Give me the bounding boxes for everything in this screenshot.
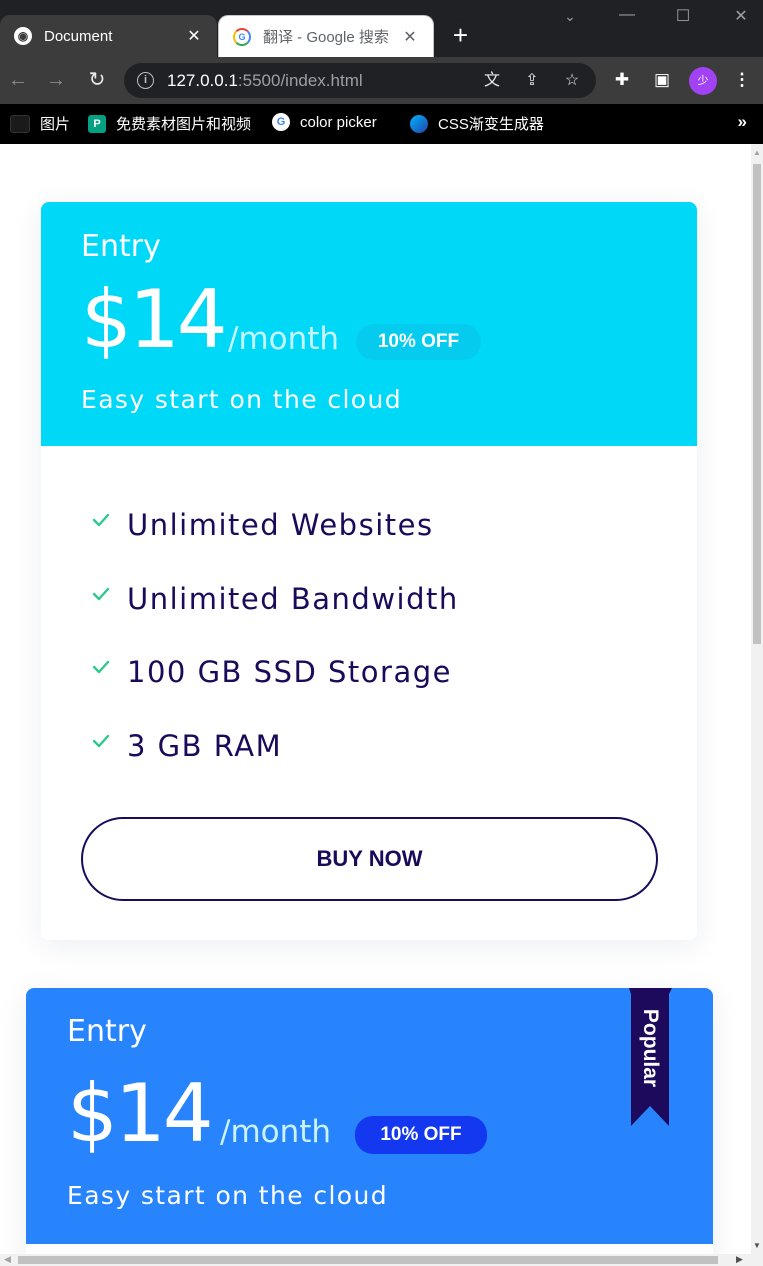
google-icon: G: [272, 113, 290, 131]
checkmark-icon: [91, 512, 111, 528]
bookmark-color-picker[interactable]: G color picker: [272, 113, 377, 131]
pricing-card: Entry $14 /month 10% OFF Easy start on t…: [41, 202, 697, 940]
tab-search-icon[interactable]: ⌄: [558, 8, 582, 25]
url-text[interactable]: 127.0.0.1:5500/index.html: [167, 71, 363, 91]
discount-badge: 10% OFF: [355, 1116, 487, 1154]
url-host: 127.0.0.1: [167, 71, 238, 90]
card-header: Entry $14 /month 10% OFF Easy start on t…: [41, 202, 697, 446]
globe-icon: ◉: [14, 27, 32, 45]
share-icon[interactable]: ⇪: [521, 70, 543, 92]
feature-item: 3 GB RAM: [91, 729, 459, 803]
bookmark-css-gradient[interactable]: CSS渐变生成器: [410, 113, 544, 134]
bookmark-images[interactable]: 图片: [10, 113, 70, 134]
feature-item: 100 GB SSD Storage: [91, 655, 459, 729]
scroll-left-arrow-icon[interactable]: ◀: [4, 1254, 11, 1265]
page-viewport: Entry $14 /month 10% OFF Easy start on t…: [0, 144, 751, 1254]
tab-title: Document: [44, 27, 113, 45]
feature-label: 100 GB SSD Storage: [127, 655, 452, 689]
scroll-up-arrow-icon[interactable]: ▲: [753, 148, 761, 157]
reload-icon[interactable]: ↻: [84, 67, 110, 93]
browser-toolbar: ← → ↻ i 127.0.0.1:5500/index.html 文 ⇪ ☆ …: [0, 57, 763, 104]
feature-item: Unlimited Websites: [91, 508, 459, 582]
discount-badge: 10% OFF: [356, 324, 481, 360]
bookmark-pexels[interactable]: P 免费素材图片和视频: [88, 113, 251, 134]
minimize-icon[interactable]: —: [615, 6, 639, 24]
billing-period: /month: [228, 321, 340, 357]
feature-label: Unlimited Bandwidth: [127, 581, 459, 616]
address-bar[interactable]: i 127.0.0.1:5500/index.html 文 ⇪ ☆: [124, 63, 596, 98]
bookmarks-overflow-button[interactable]: »: [738, 112, 747, 132]
plan-name: Entry: [67, 1014, 147, 1049]
plan-name: Entry: [81, 229, 161, 264]
extensions-puzzle-icon[interactable]: ✚: [611, 69, 633, 91]
vertical-scrollbar[interactable]: ▲ ▼: [751, 144, 763, 1254]
buy-now-button[interactable]: BUY NOW: [81, 817, 658, 901]
checkmark-icon: [91, 733, 111, 749]
new-tab-button[interactable]: +: [443, 19, 478, 54]
bookmark-label: 图片: [40, 116, 71, 133]
close-icon[interactable]: ✕: [185, 26, 203, 46]
folder-icon: [10, 114, 30, 133]
tab-strip: ◉ Document ✕ G 翻译 - Google 搜索 ✕ + ⌄ — ☐ …: [0, 0, 763, 57]
plan-tagline: Easy start on the cloud: [67, 1181, 389, 1210]
menu-kebab-icon[interactable]: ⋮: [731, 69, 753, 91]
window-close-icon[interactable]: ✕: [729, 6, 753, 26]
side-panel-icon[interactable]: ▣: [651, 69, 673, 91]
scrollbar-thumb[interactable]: [18, 1256, 718, 1264]
scroll-right-arrow-icon[interactable]: ▶: [736, 1254, 743, 1265]
checkmark-icon: [91, 586, 111, 602]
bookmarks-bar: 图片 P 免费素材图片和视频 G color picker CSS渐变生成器 »: [0, 104, 763, 144]
avatar[interactable]: 少: [689, 67, 717, 95]
horizontal-scrollbar[interactable]: ◀ ▶: [0, 1254, 763, 1266]
scrollbar-thumb[interactable]: [753, 164, 761, 644]
gradient-icon: [410, 114, 428, 133]
checkmark-icon: [91, 659, 111, 675]
feature-item: Unlimited Bandwidth: [91, 582, 459, 656]
feature-label: Unlimited Websites: [127, 508, 434, 542]
scroll-down-arrow-icon[interactable]: ▼: [753, 1241, 761, 1250]
popular-ribbon: Popular: [624, 988, 677, 1126]
url-path: :5500/index.html: [237, 71, 363, 90]
pricing-card-popular: Entry $14 /month 10% OFF Easy start on t…: [26, 988, 713, 1254]
popular-label: Popular: [639, 1008, 663, 1088]
google-icon: G: [233, 27, 251, 46]
price: $14: [81, 273, 228, 366]
bookmark-label: color picker: [300, 113, 377, 131]
bookmark-label: CSS渐变生成器: [438, 116, 544, 133]
back-arrow-icon[interactable]: ←: [5, 67, 31, 93]
tab-title: 翻译 - Google 搜索: [263, 29, 389, 46]
price: $14: [67, 1067, 214, 1160]
tab-google-search[interactable]: G 翻译 - Google 搜索 ✕: [218, 15, 434, 57]
site-info-icon[interactable]: i: [137, 72, 154, 89]
translate-icon[interactable]: 文: [481, 70, 503, 92]
maximize-icon[interactable]: ☐: [671, 6, 695, 26]
plan-tagline: Easy start on the cloud: [81, 385, 403, 414]
forward-arrow-icon[interactable]: →: [43, 67, 69, 93]
bookmark-label: 免费素材图片和视频: [116, 116, 252, 133]
feature-label: 3 GB RAM: [127, 728, 283, 763]
bookmark-star-icon[interactable]: ☆: [561, 70, 583, 92]
billing-period: /month: [220, 1114, 332, 1150]
pexels-icon: P: [88, 114, 106, 133]
card-header: Entry $14 /month 10% OFF Easy start on t…: [26, 988, 713, 1244]
feature-list: Unlimited Websites Unlimited Bandwidth 1…: [91, 508, 459, 802]
tab-document[interactable]: ◉ Document ✕: [0, 15, 217, 57]
close-icon[interactable]: ✕: [401, 27, 419, 47]
